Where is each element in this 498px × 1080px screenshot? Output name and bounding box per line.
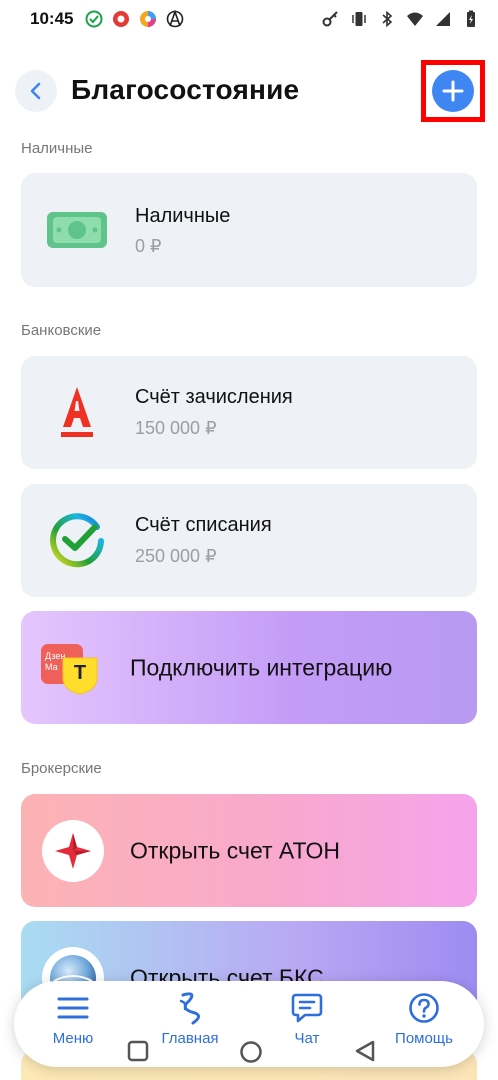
broker-card-aton[interactable]: Открыть счет АТОН [21, 794, 477, 907]
status-right-icons [322, 10, 480, 28]
bank-card-deposit[interactable]: Счёт зачисления 150 000 ₽ [21, 356, 477, 469]
menu-icon [57, 997, 89, 1019]
add-button[interactable] [432, 70, 474, 112]
signal-icon [436, 12, 450, 26]
status-left-icons [85, 10, 184, 28]
key-icon [322, 11, 338, 27]
bank-card-deposit-title: Счёт зачисления [135, 386, 293, 408]
page-title: Благосостояние [71, 74, 300, 105]
bank-card-withdraw[interactable]: Счёт списания 250 000 ₽ [21, 484, 477, 597]
red-app-icon [113, 11, 130, 27]
integration-card[interactable]: Дзен Ма T Подключить интеграцию [21, 611, 477, 724]
anarchy-icon [167, 10, 184, 28]
status-bar: 10:45 [0, 0, 498, 38]
help-icon [409, 993, 439, 1023]
cash-card-title: Наличные [135, 205, 231, 227]
bank-card-withdraw-amount: 250 000 ₽ [135, 546, 217, 566]
bluetooth-icon [382, 10, 393, 28]
bank-card-deposit-amount: 150 000 ₽ [135, 418, 217, 438]
battery-charging-icon [467, 10, 475, 27]
wifi-icon [407, 12, 423, 26]
aton-logo-icon [41, 819, 105, 883]
header: Благосостояние [0, 60, 498, 124]
add-button-highlight [421, 60, 485, 122]
chevron-left-icon [30, 82, 41, 100]
plus-icon [442, 80, 464, 102]
dzen-money-tinkoff-icon: Дзен Ма T [39, 636, 103, 700]
bank-card-withdraw-title: Счёт списания [135, 514, 272, 536]
tinkoff-badge-letter: T [73, 661, 87, 684]
integration-card-title: Подключить интеграцию [130, 654, 393, 680]
chat-icon [291, 993, 323, 1023]
banknote-icon [45, 198, 109, 262]
back-triangle-icon[interactable] [354, 1040, 376, 1062]
section-label-cash: Наличные [21, 140, 93, 157]
colorful-app-icon [140, 11, 157, 27]
cash-card[interactable]: Наличные 0 ₽ [21, 173, 477, 287]
status-time: 10:45 [30, 9, 74, 28]
home-swan-icon [179, 992, 200, 1025]
cash-card-amount: 0 ₽ [135, 236, 162, 256]
check-circle-icon [85, 10, 103, 28]
section-label-broker: Брокерские [21, 760, 102, 777]
back-button[interactable] [15, 70, 57, 112]
sber-logo-icon [45, 509, 109, 573]
section-label-bank: Банковские [21, 322, 102, 339]
alfa-bank-logo-icon [45, 381, 109, 445]
vibrate-icon [352, 12, 366, 26]
broker-card-aton-title: Открыть счет АТОН [130, 837, 340, 863]
home-circle-icon[interactable] [239, 1040, 263, 1064]
system-nav [0, 1032, 498, 1072]
recents-icon[interactable] [127, 1040, 149, 1062]
